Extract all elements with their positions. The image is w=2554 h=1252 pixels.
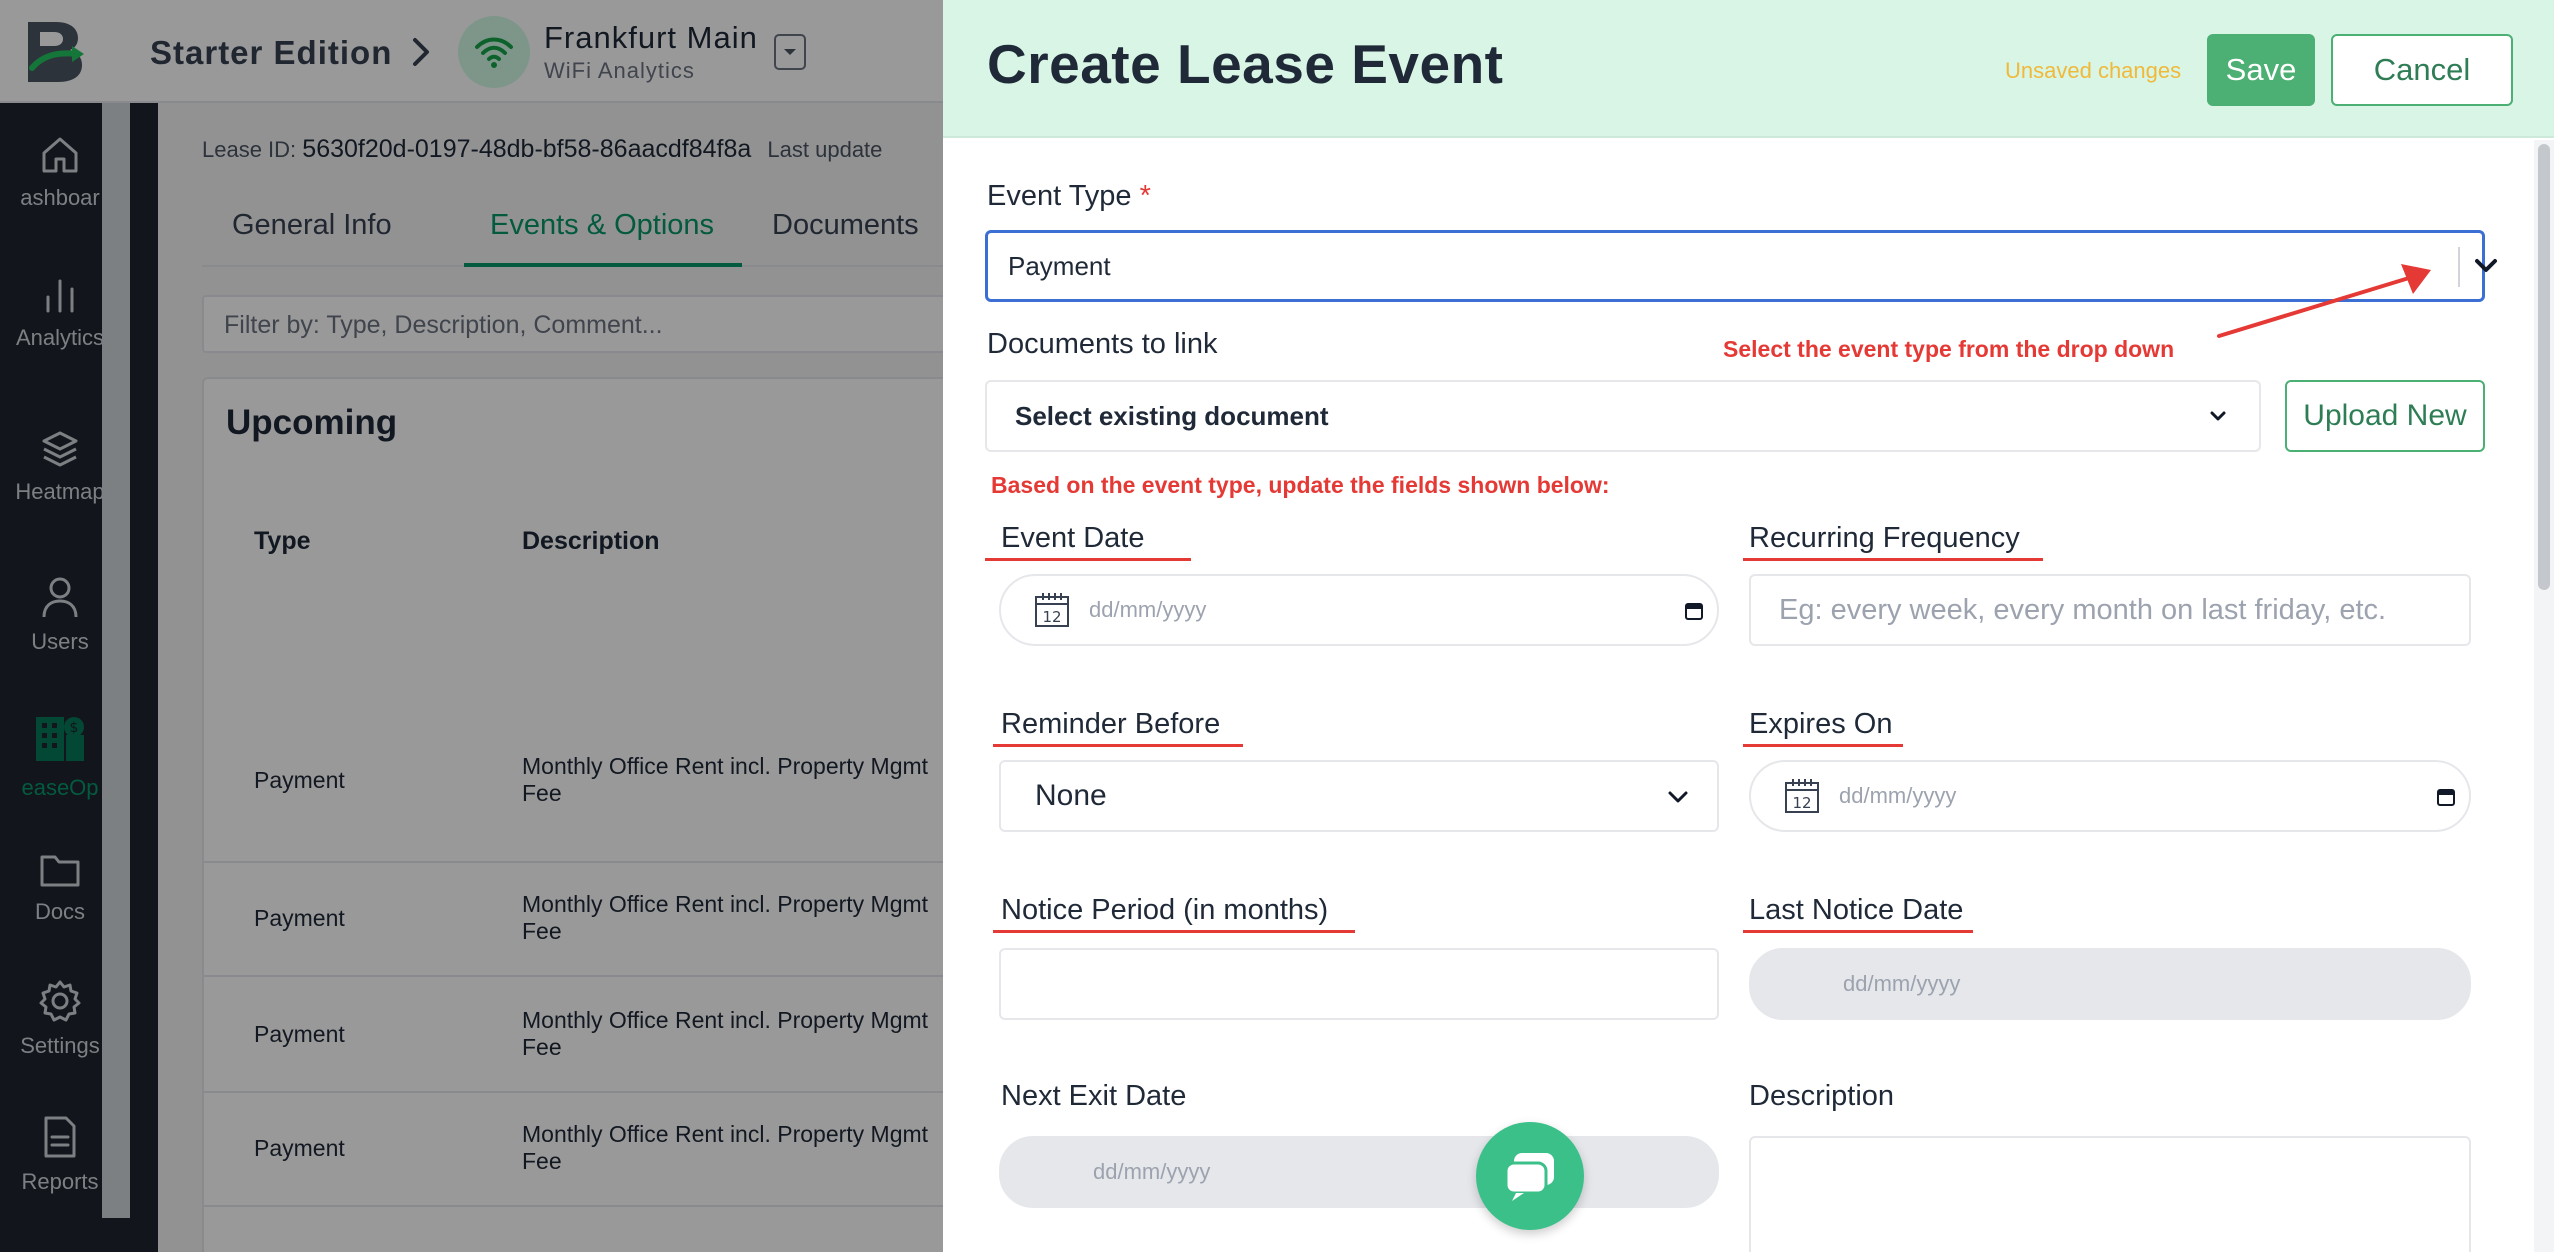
annotation-underline	[1743, 558, 2043, 561]
calendar-picker-icon[interactable]	[1684, 601, 1704, 621]
panel-header: Create Lease Event Unsaved changes Save …	[943, 0, 2554, 138]
svg-text:12: 12	[1042, 608, 1061, 626]
recurring-frequency-placeholder: Eg: every week, every month on last frid…	[1779, 593, 2387, 626]
reminder-before-select[interactable]: None	[999, 760, 1719, 832]
select-divider	[2458, 247, 2460, 287]
notice-period-label: Notice Period (in months)	[1001, 894, 1329, 926]
last-notice-date-input: dd/mm/yyyy	[1749, 948, 2471, 1020]
chevron-down-icon	[1668, 791, 1688, 803]
annotation-arrow	[2217, 264, 2431, 338]
cancel-button[interactable]: Cancel	[2331, 34, 2513, 106]
documents-label: Documents to link	[987, 328, 1218, 360]
upload-new-button[interactable]: Upload New	[2285, 380, 2485, 452]
last-notice-date-label: Last Notice Date	[1749, 894, 1964, 926]
last-notice-date-placeholder: dd/mm/yyyy	[1843, 971, 1961, 996]
modal-backdrop[interactable]	[0, 0, 943, 1252]
event-type-label-text: Event Type	[987, 180, 1132, 212]
description-textarea[interactable]	[1749, 1136, 2471, 1252]
event-date-label: Event Date	[1001, 522, 1145, 554]
calendar-icon: 12	[1035, 593, 1069, 627]
annotation-underline	[1743, 930, 1973, 933]
event-date-placeholder: dd/mm/yyyy	[1089, 597, 1207, 622]
documents-select[interactable]: Select existing document	[985, 380, 2261, 452]
required-mark: *	[1139, 180, 1151, 212]
annotation-underline	[985, 558, 1191, 561]
annotation-underline	[993, 744, 1243, 747]
chat-bubble-icon	[1504, 1153, 1554, 1201]
svg-text:12: 12	[1792, 794, 1811, 812]
reminder-before-label: Reminder Before	[1001, 708, 1221, 740]
event-date-input[interactable]: 12 dd/mm/yyyy	[999, 574, 1719, 646]
recurring-frequency-input[interactable]: Eg: every week, every month on last frid…	[1749, 574, 2471, 646]
create-lease-event-panel: Create Lease Event Unsaved changes Save …	[943, 0, 2554, 1252]
unsaved-changes-indicator: Unsaved changes	[2005, 58, 2182, 83]
calendar-icon: 12	[1785, 779, 1819, 813]
expires-on-label: Expires On	[1749, 708, 1893, 740]
description-label: Description	[1749, 1080, 1895, 1112]
next-exit-date-label: Next Exit Date	[1001, 1080, 1187, 1112]
reminder-before-value: None	[1035, 779, 1107, 812]
calendar-picker-icon[interactable]	[2436, 787, 2456, 807]
panel-title: Create Lease Event	[987, 33, 1504, 95]
annotation-dropdown-note: Select the event type from the drop down	[1723, 336, 2175, 362]
expires-on-placeholder: dd/mm/yyyy	[1839, 783, 1957, 808]
next-exit-date-placeholder: dd/mm/yyyy	[1093, 1159, 1211, 1184]
next-exit-date-input: dd/mm/yyyy	[999, 1136, 1719, 1208]
chat-support-button[interactable]	[1476, 1122, 1584, 1230]
save-button[interactable]: Save	[2207, 34, 2315, 106]
annotation-underline	[1743, 744, 1903, 747]
panel-scrollbar-thumb[interactable]	[2538, 144, 2550, 590]
expires-on-input[interactable]: 12 dd/mm/yyyy	[1749, 760, 2471, 832]
notice-period-input[interactable]	[999, 948, 1719, 1020]
event-type-value: Payment	[1008, 250, 1111, 281]
chevron-down-icon	[2475, 259, 2497, 272]
annotation-fields-note: Based on the event type, update the fiel…	[991, 472, 1610, 498]
event-type-label: Event Type *	[987, 180, 1151, 213]
documents-value: Select existing document	[1015, 400, 1329, 431]
annotation-underline	[993, 930, 1355, 933]
chevron-down-icon	[2210, 411, 2226, 421]
recurring-frequency-label: Recurring Frequency	[1749, 522, 2020, 554]
